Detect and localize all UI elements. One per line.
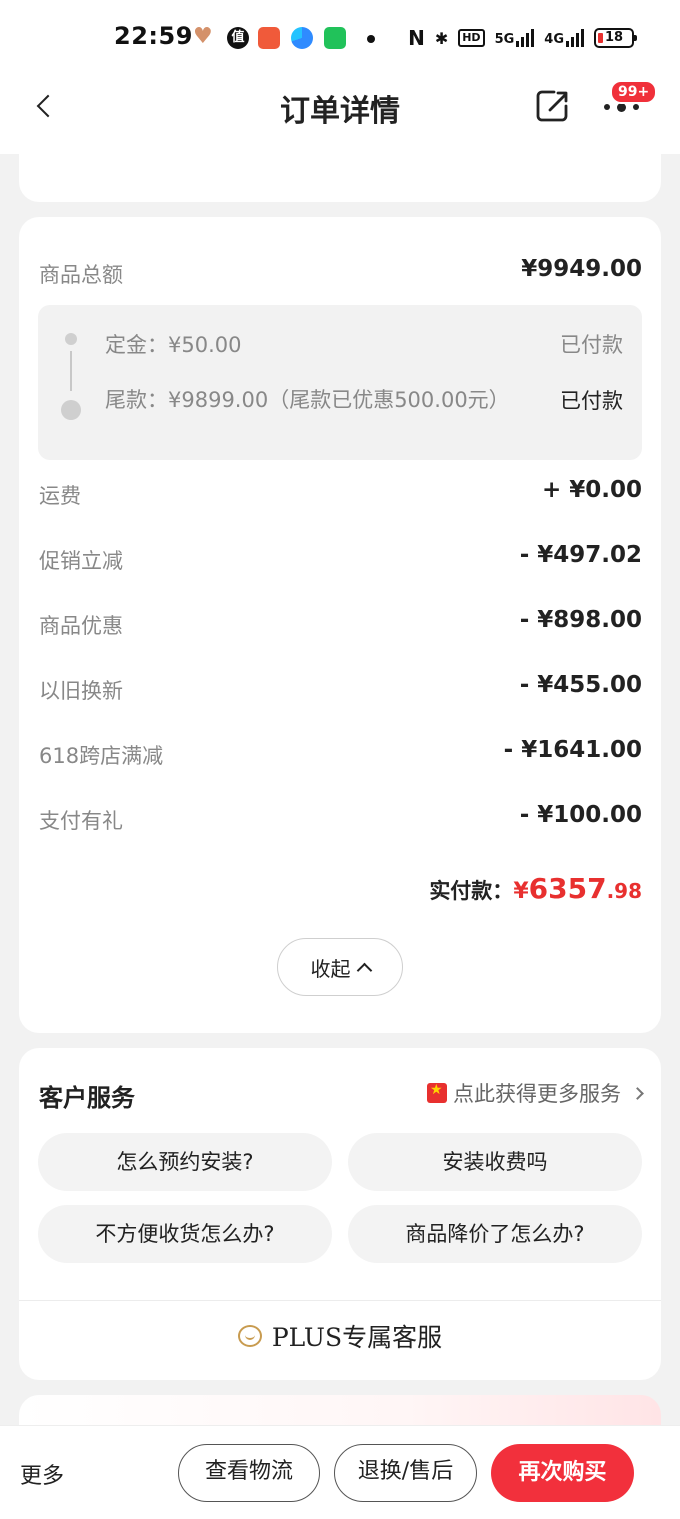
question-chip[interactable]: 安装收费吗 [348,1133,642,1191]
timeline-dot [61,400,81,420]
plus-service-icon [237,1325,262,1347]
question-chip[interactable]: 怎么预约安装? [38,1133,332,1191]
actual-payment-label: 实付款： [429,879,514,903]
actual-payment-decimal: .98 [606,879,642,903]
product-discount-row: 商品优惠 - ¥898.00 [39,602,642,642]
signal-4g: 4G [544,29,584,47]
question-chip[interactable]: 不方便收货怎么办? [38,1205,332,1263]
status-time: 22:59 [114,22,193,50]
hd-badge: HD [458,29,485,47]
order-info-card [19,140,661,202]
more-menu-button[interactable]: 99+ [604,80,658,120]
nfc-icon: N [408,26,425,50]
promo-label: 促销立减 [39,549,123,573]
health-app-icon: ♥ [193,24,213,49]
fee-row: 运费 + ¥0.00 [39,472,642,512]
plus-service-label: PLUS专属客服 [271,1323,443,1352]
app-notification-icon [258,27,280,49]
view-logistics-button[interactable]: 查看物流 [178,1444,320,1502]
price-detail-card: 商品总额 ¥9949.00 定金：¥50.00 已付款 尾款：¥9899.00（… [19,217,661,1033]
promo-value: - ¥497.02 [519,542,642,568]
service-star-icon [427,1082,447,1103]
service-title: 客户服务 [39,1084,135,1112]
bluetooth-icon: ✱ [434,28,449,48]
battery-icon: 18 [594,28,637,48]
total-value: ¥9949.00 [521,256,642,282]
browser-notification-icon [291,27,313,49]
more-actions-link[interactable]: 更多 [20,1458,64,1490]
balance-label: 尾款：¥9899.00（尾款已优惠500.00元） [105,388,510,412]
collapse-button[interactable]: 收起 [277,938,403,996]
timeline-dot [65,333,77,345]
more-dots-icon [604,103,639,112]
more-notifications-dot [367,35,375,43]
page-title: 订单详情 [280,94,400,129]
product-discount-value: - ¥898.00 [519,607,642,633]
actual-payment-currency: ¥ [513,879,529,904]
collapse-label: 收起 [310,956,351,981]
timeline-line [70,351,72,391]
cross-store-label: 618跨店满减 [39,744,164,768]
payment-gift-label: 支付有礼 [39,809,123,833]
divider [19,1300,661,1301]
signal-5g: 5G [495,29,535,47]
customer-service-card: 客户服务 点此获得更多服务 怎么预约安装? 安装收费吗 不方便收货怎么办? 商品… [19,1048,661,1380]
cross-store-value: - ¥1641.00 [503,737,642,763]
total-row: 商品总额 ¥9949.00 [39,251,642,291]
plus-service-button[interactable]: PLUS专属客服 [19,1318,661,1354]
return-service-button[interactable]: 退换/售后 [334,1444,477,1502]
message-count-badge: 99+ [610,80,658,104]
fee-label: 运费 [39,484,81,508]
deposit-label: 定金：¥50.00 [105,333,242,357]
zhi-app-icon: 值 [227,27,249,49]
trade-in-label: 以旧换新 [39,679,123,703]
status-bar: 22:59 ♥ 值 N ✱ HD 5G 4G 18 [0,0,680,78]
bottom-action-bar: 更多 查看物流 退换/售后 再次购买 [0,1425,680,1519]
share-button[interactable] [534,88,570,124]
status-indicators: N ✱ HD 5G 4G 18 [408,26,637,50]
battery-level: 18 [604,30,624,45]
network-4g-label: 4G [544,32,564,47]
more-services-label: 点此获得更多服务 [453,1082,621,1106]
share-icon [536,90,568,122]
trade-in-value: - ¥455.00 [519,672,642,698]
question-chip[interactable]: 商品降价了怎么办? [348,1205,642,1263]
product-discount-label: 商品优惠 [39,614,123,638]
cross-store-row: 618跨店满减 - ¥1641.00 [39,732,642,772]
trade-in-row: 以旧换新 - ¥455.00 [39,667,642,707]
actual-payment-integer: 6357 [528,872,607,905]
payment-gift-row: 支付有礼 - ¥100.00 [39,797,642,837]
chevron-right-icon [631,1086,644,1100]
fee-value: + ¥0.00 [541,477,642,503]
promo-row: 促销立减 - ¥497.02 [39,537,642,577]
buy-again-button[interactable]: 再次购买 [491,1444,634,1502]
signal-bars-icon [516,29,535,47]
chevron-up-icon [356,962,372,978]
message-notification-icon [324,27,346,49]
payment-gift-value: - ¥100.00 [519,802,642,828]
more-services-link[interactable]: 点此获得更多服务 [427,1078,644,1108]
deposit-status: 已付款 [560,333,623,357]
network-5g-label: 5G [494,32,515,47]
actual-payment: 实付款： ¥ 6357 .98 [429,872,642,905]
presale-payment-box: 定金：¥50.00 已付款 尾款：¥9899.00（尾款已优惠500.00元） … [38,305,642,460]
signal-bars-icon [566,29,584,47]
total-label: 商品总额 [39,263,123,287]
balance-status: 已付款 [560,389,623,413]
